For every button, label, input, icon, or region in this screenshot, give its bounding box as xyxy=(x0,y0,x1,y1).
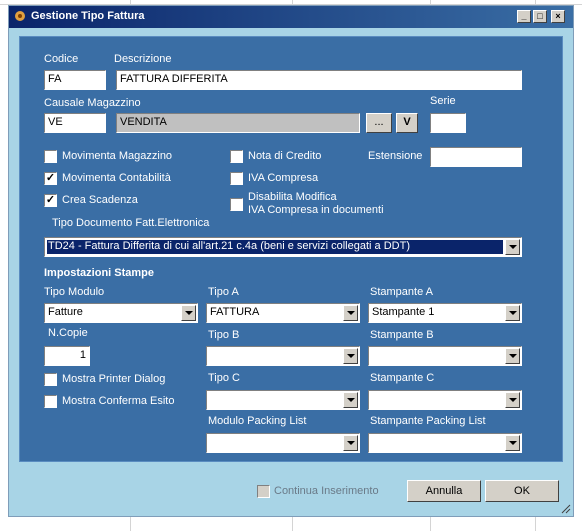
stampe-header: Impostazioni Stampe xyxy=(44,267,155,279)
close-button[interactable]: × xyxy=(551,10,565,23)
iva-compresa-checkbox[interactable] xyxy=(230,172,243,185)
chevron-down-icon[interactable] xyxy=(505,392,520,408)
app-icon xyxy=(14,10,26,22)
crea-scadenza-checkbox[interactable]: ✓ xyxy=(44,194,57,207)
tipo-doc-select[interactable]: TD24 - Fattura Differita di cui all'art.… xyxy=(44,237,522,257)
chevron-down-icon[interactable] xyxy=(343,392,358,408)
movimenta-magazzino-label: Movimenta Magazzino xyxy=(62,150,173,162)
tipo-b-label: Tipo B xyxy=(208,329,240,341)
chevron-down-icon[interactable] xyxy=(505,348,520,364)
causale-code-input[interactable]: VE xyxy=(44,113,106,133)
stampante-a-label: Stampante A xyxy=(370,286,433,298)
tipo-modulo-value: Fatture xyxy=(48,306,83,318)
iva-compresa-label: IVA Compresa xyxy=(248,172,319,184)
chevron-down-icon[interactable] xyxy=(343,435,358,451)
codice-input[interactable]: FA xyxy=(44,70,106,90)
chevron-down-icon[interactable] xyxy=(505,435,520,451)
continua-inserimento-label: Continua Inserimento xyxy=(274,485,379,497)
descrizione-input[interactable]: FATTURA DIFFERITA xyxy=(116,70,522,90)
crea-scadenza-label: Crea Scadenza xyxy=(62,194,138,206)
codice-label: Codice xyxy=(44,53,79,65)
causale-v-button[interactable]: V xyxy=(396,113,418,133)
chevron-down-icon[interactable] xyxy=(181,305,196,321)
window-title: Gestione Tipo Fattura xyxy=(31,10,145,22)
modulo-packing-select[interactable] xyxy=(206,433,360,453)
tipo-doc-value: TD24 - Fattura Differita di cui all'art.… xyxy=(48,240,410,252)
resize-grip-icon[interactable] xyxy=(559,502,571,514)
mostra-conferma-checkbox[interactable] xyxy=(44,395,57,408)
stampante-b-label: Stampante B xyxy=(370,329,434,341)
chevron-down-icon[interactable] xyxy=(343,348,358,364)
nota-credito-label: Nota di Credito xyxy=(248,150,322,162)
tipo-c-select[interactable] xyxy=(206,390,360,410)
disabilita-modifica-label-2: IVA Compresa in documenti xyxy=(248,204,384,216)
disabilita-modifica-checkbox[interactable] xyxy=(230,198,243,211)
dialog-window: Gestione Tipo Fattura _ □ × Codice Descr… xyxy=(8,5,574,517)
descrizione-label: Descrizione xyxy=(114,53,172,65)
movimenta-magazzino-checkbox[interactable] xyxy=(44,150,57,163)
movimenta-contabilita-checkbox[interactable]: ✓ xyxy=(44,172,57,185)
stampante-b-select[interactable] xyxy=(368,346,522,366)
tipo-a-label: Tipo A xyxy=(208,286,239,298)
main-panel: Codice Descrizione FA FATTURA DIFFERITA … xyxy=(19,36,563,462)
tipo-doc-label: Tipo Documento Fatt.Elettronica xyxy=(52,217,210,229)
stampante-packing-label: Stampante Packing List xyxy=(370,415,486,427)
tipo-a-select[interactable]: FATTURA xyxy=(206,303,360,323)
movimenta-contabilita-label: Movimenta Contabilità xyxy=(62,172,171,184)
causale-browse-button[interactable]: ... xyxy=(366,113,392,133)
chevron-down-icon[interactable] xyxy=(505,305,520,321)
continua-inserimento-checkbox[interactable] xyxy=(257,485,270,498)
mostra-printer-checkbox[interactable] xyxy=(44,373,57,386)
chevron-down-icon[interactable] xyxy=(505,239,520,255)
tipo-a-value: FATTURA xyxy=(210,306,260,318)
tipo-c-label: Tipo C xyxy=(208,372,240,384)
estensione-label: Estensione xyxy=(368,150,423,162)
ok-button[interactable]: OK xyxy=(485,480,559,502)
ncopie-label: N.Copie xyxy=(48,327,88,339)
maximize-button[interactable]: □ xyxy=(533,10,547,23)
title-bar[interactable]: Gestione Tipo Fattura _ □ × xyxy=(9,6,573,28)
annulla-button[interactable]: Annulla xyxy=(407,480,481,502)
estensione-input[interactable] xyxy=(430,147,522,167)
mostra-printer-label: Mostra Printer Dialog xyxy=(62,373,166,385)
disabilita-modifica-label: Disabilita Modifica xyxy=(248,191,337,203)
causale-desc-field: VENDITA xyxy=(116,113,360,133)
stampante-a-select[interactable]: Stampante 1 xyxy=(368,303,522,323)
mostra-conferma-label: Mostra Conferma Esito xyxy=(62,395,175,407)
serie-label: Serie xyxy=(430,95,456,107)
causale-label: Causale Magazzino xyxy=(44,97,141,109)
chevron-down-icon[interactable] xyxy=(343,305,358,321)
stampante-a-value: Stampante 1 xyxy=(372,306,435,318)
stampante-c-label: Stampante C xyxy=(370,372,435,384)
ncopie-input[interactable]: 1 xyxy=(44,346,90,366)
tipo-modulo-select[interactable]: Fatture xyxy=(44,303,198,323)
tipo-modulo-label: Tipo Modulo xyxy=(44,286,105,298)
serie-input[interactable] xyxy=(430,113,466,133)
stampante-c-select[interactable] xyxy=(368,390,522,410)
stampante-packing-select[interactable] xyxy=(368,433,522,453)
minimize-button[interactable]: _ xyxy=(517,10,531,23)
tipo-b-select[interactable] xyxy=(206,346,360,366)
modulo-packing-label: Modulo Packing List xyxy=(208,415,307,427)
nota-credito-checkbox[interactable] xyxy=(230,150,243,163)
